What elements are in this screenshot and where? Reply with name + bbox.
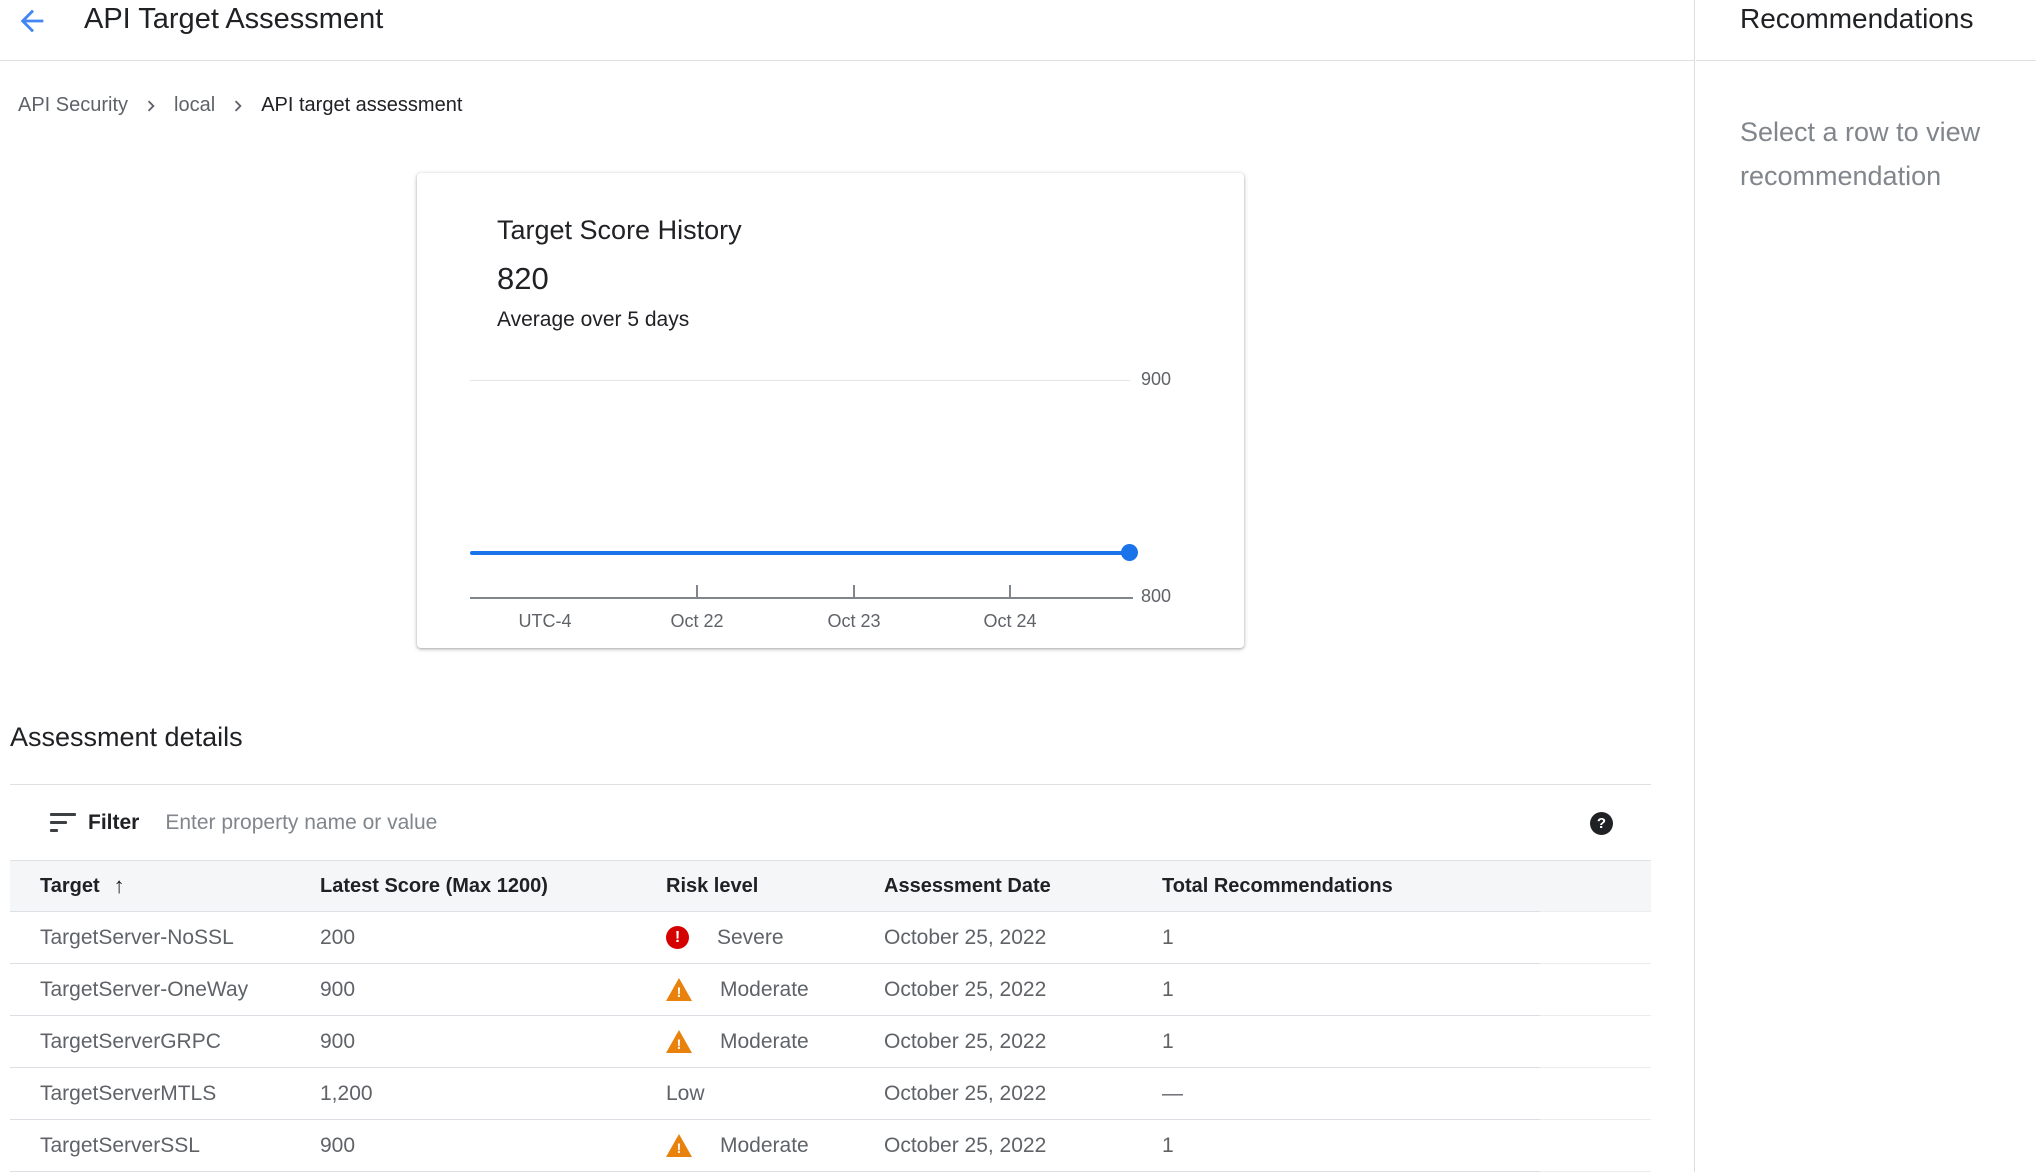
moderate-risk-icon <box>666 1134 692 1157</box>
moderate-risk-icon <box>666 1030 692 1053</box>
moderate-risk-icon <box>666 978 692 1001</box>
chart-subtitle: Average over 5 days <box>497 308 689 332</box>
cell-target: TargetServer-NoSSL <box>40 926 320 950</box>
table-row[interactable]: TargetServerSSL 900 Moderate October 25,… <box>10 1120 1651 1172</box>
assessment-details-block: Filter ? Target Latest Score (Max 1200) … <box>10 784 1651 1172</box>
breadcrumb-api-security[interactable]: API Security <box>18 94 128 117</box>
breadcrumb-current: API target assessment <box>261 94 462 117</box>
column-header-assessment-date[interactable]: Assessment Date <box>884 875 1162 898</box>
main-area: API Target Assessment API Security local… <box>0 0 1695 1172</box>
cell-risk-level: Severe <box>666 926 884 950</box>
filter-label: Filter <box>88 811 139 835</box>
cell-risk-level: Moderate <box>666 1030 884 1054</box>
recommendations-panel-header: Recommendations <box>1696 0 2036 61</box>
column-header-latest-score[interactable]: Latest Score (Max 1200) <box>320 875 666 898</box>
breadcrumb-local[interactable]: local <box>174 94 215 117</box>
cell-assessment-date: October 25, 2022 <box>884 978 1162 1002</box>
target-score-history-card: Target Score History 820 Average over 5 … <box>417 173 1244 648</box>
filter-icon <box>50 813 76 832</box>
x-tick-label-oct22: Oct 22 <box>670 611 723 632</box>
table-row[interactable]: TargetServerGRPC 900 Moderate October 25… <box>10 1016 1651 1068</box>
cell-score: 200 <box>320 926 666 950</box>
cell-total-recommendations: 1 <box>1162 1030 1651 1054</box>
cell-total-recommendations: 1 <box>1162 1134 1651 1158</box>
cell-risk-level: Moderate <box>666 978 884 1002</box>
column-header-target[interactable]: Target <box>40 873 320 899</box>
filter-toolbar: Filter ? <box>10 784 1651 860</box>
cell-risk-level: Moderate <box>666 1134 884 1158</box>
cell-total-recommendations: 1 <box>1162 978 1651 1002</box>
cell-total-recommendations: — <box>1162 1082 1651 1106</box>
x-axis-line <box>470 597 1133 599</box>
recommendations-empty-message: Select a row to view recommendation <box>1740 110 2018 198</box>
page-title: API Target Assessment <box>84 3 383 36</box>
cell-target: TargetServer-OneWay <box>40 978 320 1002</box>
score-series-line <box>470 551 1129 555</box>
recommendations-panel: Recommendations Select a row to view rec… <box>1696 0 2036 1172</box>
column-header-risk-level[interactable]: Risk level <box>666 875 884 898</box>
help-icon[interactable]: ? <box>1590 812 1613 835</box>
severe-risk-icon <box>666 926 689 949</box>
x-axis-tick <box>696 585 698 597</box>
column-header-total-recommendations[interactable]: Total Recommendations <box>1162 875 1651 898</box>
cell-score: 1,200 <box>320 1082 666 1106</box>
recommendations-panel-title: Recommendations <box>1740 3 1973 35</box>
table-row[interactable]: TargetServer-OneWay 900 Moderate October… <box>10 964 1651 1016</box>
table-row[interactable]: TargetServer-NoSSL 200 Severe October 25… <box>10 912 1651 964</box>
chevron-right-icon <box>140 95 162 117</box>
x-axis-tick <box>853 585 855 597</box>
y-tick-label-800: 800 <box>1141 586 1171 607</box>
cell-score: 900 <box>320 978 666 1002</box>
cell-score: 900 <box>320 1134 666 1158</box>
x-tick-label-oct24: Oct 24 <box>983 611 1036 632</box>
cell-target: TargetServerMTLS <box>40 1082 320 1106</box>
cell-target: TargetServerSSL <box>40 1134 320 1158</box>
cell-assessment-date: October 25, 2022 <box>884 1082 1162 1106</box>
page-header: API Target Assessment <box>0 0 1694 61</box>
cell-score: 900 <box>320 1030 666 1054</box>
table-row[interactable]: TargetServerMTLS 1,200 Low October 25, 2… <box>10 1068 1651 1120</box>
x-axis-timezone-label: UTC-4 <box>519 611 572 632</box>
back-arrow-icon <box>15 26 49 41</box>
sort-ascending-icon <box>114 873 125 899</box>
chart-average-value: 820 <box>497 261 549 297</box>
x-tick-label-oct23: Oct 23 <box>827 611 880 632</box>
filter-input[interactable] <box>165 811 1651 835</box>
cell-total-recommendations: 1 <box>1162 926 1651 950</box>
cell-assessment-date: October 25, 2022 <box>884 926 1162 950</box>
cell-assessment-date: October 25, 2022 <box>884 1134 1162 1158</box>
y-tick-label-900: 900 <box>1141 369 1171 390</box>
cell-risk-level: Low <box>666 1082 884 1106</box>
x-axis-tick <box>1009 585 1011 597</box>
chevron-right-icon <box>227 95 249 117</box>
chart-title: Target Score History <box>497 215 742 246</box>
back-button[interactable] <box>12 2 52 42</box>
assessment-details-heading: Assessment details <box>10 722 243 753</box>
cell-assessment-date: October 25, 2022 <box>884 1030 1162 1054</box>
cell-target: TargetServerGRPC <box>40 1030 320 1054</box>
table-header-row: Target Latest Score (Max 1200) Risk leve… <box>10 860 1651 912</box>
gridline-900 <box>470 380 1130 381</box>
score-series-endpoint-dot <box>1121 544 1138 561</box>
breadcrumb: API Security local API target assessment <box>18 94 462 117</box>
